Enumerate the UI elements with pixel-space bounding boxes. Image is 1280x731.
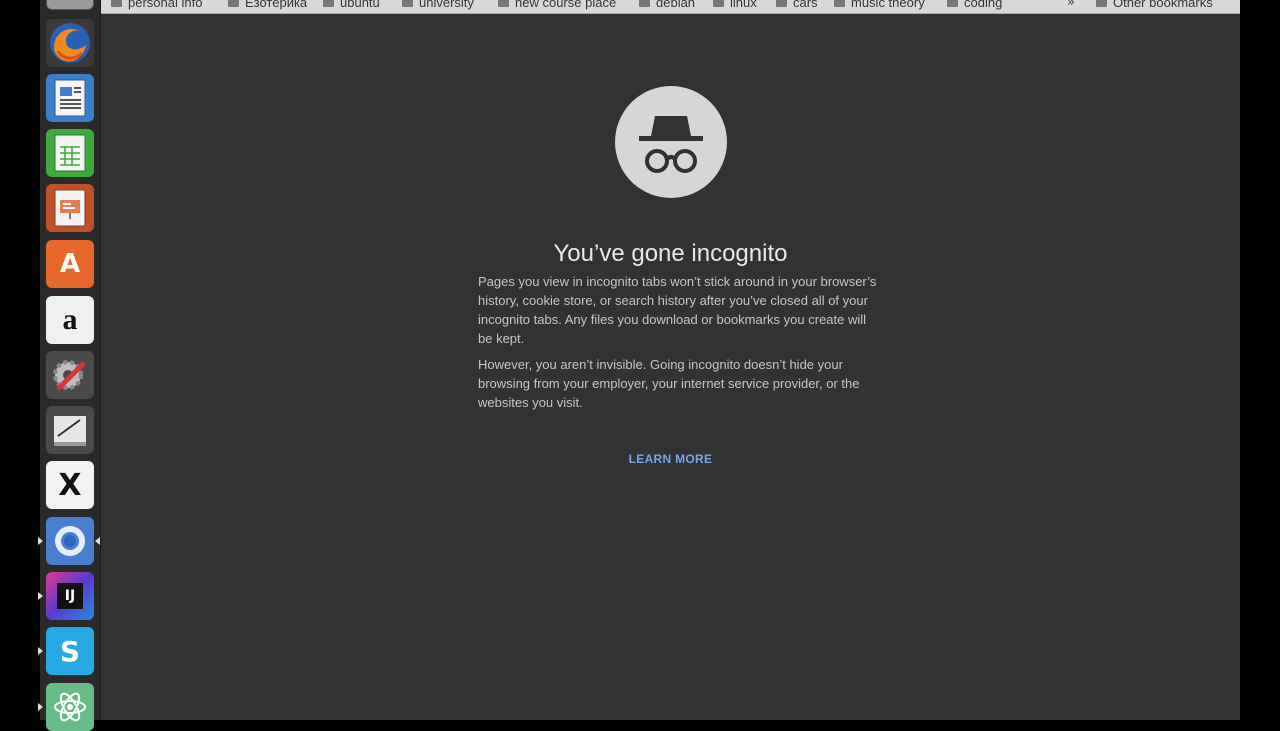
learn-more-link[interactable]: LEARN MORE xyxy=(101,452,1240,466)
bookmark-folder-coding[interactable]: coding xyxy=(947,0,1002,10)
bookmark-folder-university[interactable]: university xyxy=(402,0,474,10)
bookmark-folder-personal-info[interactable]: personal info xyxy=(111,0,202,10)
other-bookmarks-folder[interactable]: Other bookmarks xyxy=(1096,0,1213,10)
running-indicator xyxy=(38,647,43,655)
intellij-glyph: IJ xyxy=(57,583,83,609)
bookmark-label: cars xyxy=(793,0,818,10)
folder-icon xyxy=(776,0,787,7)
unity-launcher: A a X IJ S xyxy=(38,0,101,731)
libreoffice-calc-icon[interactable] xyxy=(46,129,94,177)
incognito-description: Pages you view in incognito tabs won’t s… xyxy=(478,274,877,346)
text-editor-icon[interactable] xyxy=(46,406,94,454)
bookmark-label: coding xyxy=(964,0,1003,10)
amazon-icon[interactable]: a xyxy=(46,296,94,344)
bookmarks-overflow-chevron-icon[interactable]: » xyxy=(1067,0,1075,10)
folder-icon xyxy=(402,0,413,7)
bookmark-label: debian xyxy=(656,0,696,10)
running-indicator xyxy=(38,537,43,545)
other-bookmarks-label: Other bookmarks xyxy=(1113,0,1213,10)
amazon-glyph: a xyxy=(62,303,78,336)
bookmark-label: ubuntu xyxy=(340,0,380,10)
incognito-title: You’ve gone incognito xyxy=(553,240,788,268)
bookmark-label: linux xyxy=(730,0,757,10)
bookmark-label: Езотерика xyxy=(245,0,308,10)
folder-icon xyxy=(498,0,509,7)
folder-icon xyxy=(834,0,845,7)
ubuntu-software-center-icon[interactable]: A xyxy=(46,240,94,288)
screen-right-edge xyxy=(1240,0,1280,720)
xournal-icon[interactable]: X xyxy=(46,461,94,509)
bookmark-folder-music-theory[interactable]: music theory xyxy=(834,0,925,10)
folder-icon xyxy=(713,0,724,7)
bookmark-folder-ezoterika[interactable]: Езотерика xyxy=(228,0,307,10)
folder-icon xyxy=(1096,0,1107,7)
focused-indicator xyxy=(95,537,100,545)
folder-icon xyxy=(323,0,334,7)
running-indicator xyxy=(38,592,43,600)
launcher-top-partial-icon[interactable] xyxy=(46,0,94,10)
bookmark-folder-debian[interactable]: debian xyxy=(639,0,695,10)
incognito-spy-icon xyxy=(615,86,727,198)
bookmark-label: new course place xyxy=(515,0,617,10)
bookmark-label: personal info xyxy=(128,0,203,10)
running-indicator xyxy=(38,703,43,711)
bookmark-folder-linux[interactable]: linux xyxy=(713,0,757,10)
folder-icon xyxy=(639,0,650,7)
bookmark-folder-new-course-place[interactable]: new course place xyxy=(498,0,616,10)
xournal-glyph: X xyxy=(58,467,82,503)
libreoffice-impress-icon[interactable] xyxy=(46,184,94,232)
atom-icon[interactable] xyxy=(38,683,94,731)
bookmark-folder-ubuntu[interactable]: ubuntu xyxy=(323,0,380,10)
firefox-icon[interactable] xyxy=(46,19,94,67)
libreoffice-writer-icon[interactable] xyxy=(46,74,94,122)
incognito-warning: However, you aren’t invisible. Going inc… xyxy=(478,357,860,410)
bookmark-label: music theory xyxy=(851,0,925,10)
chromium-icon[interactable] xyxy=(38,517,100,565)
system-settings-icon[interactable] xyxy=(46,351,94,399)
bookmark-folder-cars[interactable]: cars xyxy=(776,0,818,10)
bookmarks-bar: personal info Езотерика ubuntu universit… xyxy=(101,0,1240,14)
skype-glyph: S xyxy=(59,634,81,668)
skype-icon[interactable]: S xyxy=(38,627,94,675)
bookmark-label: university xyxy=(419,0,474,10)
folder-icon xyxy=(947,0,958,7)
chrome-incognito-window: personal info Езотерика ubuntu universit… xyxy=(101,0,1240,720)
intellij-idea-icon[interactable]: IJ xyxy=(38,572,94,620)
folder-icon xyxy=(111,0,122,7)
folder-icon xyxy=(228,0,239,7)
